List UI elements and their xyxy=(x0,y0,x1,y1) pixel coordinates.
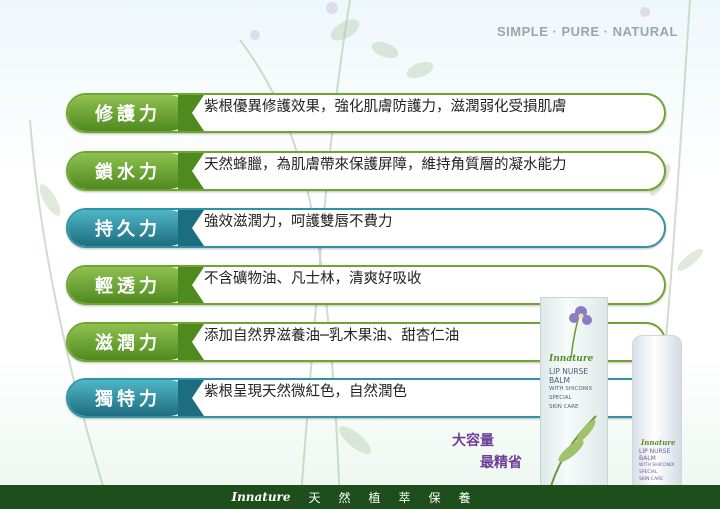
feature-description: 強效滋潤力，呵護雙唇不費力 xyxy=(204,214,393,230)
product-name-line: LIP NURSE BALM xyxy=(639,448,671,462)
footer-banner: Innature 天然植萃保養 xyxy=(0,485,720,509)
row-divider-icon xyxy=(178,95,204,131)
row-divider-icon xyxy=(178,324,204,360)
promo-economical: 最精省 xyxy=(480,455,522,471)
row-divider-icon xyxy=(178,267,204,303)
botanical-background-decoration xyxy=(29,0,703,509)
product-brand: Innature xyxy=(641,438,676,447)
feature-title: 修護力 xyxy=(68,95,188,131)
product-name: LIP NURSE BALM WITH SHICONIX SPECIAL SKI… xyxy=(639,448,681,483)
feature-title: 持久力 xyxy=(68,210,188,246)
footer-brand: Innature xyxy=(231,490,291,504)
lip-balm-tube-image: Innature LIP NURSE BALM WITH SHICONIX SP… xyxy=(632,335,682,489)
row-divider-icon xyxy=(178,380,204,416)
row-divider-icon xyxy=(178,210,204,246)
feature-title: 鎖水力 xyxy=(68,153,188,189)
feature-row-repair: 修護力 紫根優異修護效果，強化肌膚防護力，滋潤弱化受損肌膚 xyxy=(66,93,666,133)
product-name-line: SKIN CARE xyxy=(639,477,664,482)
feature-description: 天然蜂臘，為肌膚帶來保護屏障，維持角質層的凝水能力 xyxy=(204,157,567,173)
product-name-line: LIP NURSE BALM xyxy=(549,367,589,385)
leaf-illustration-icon xyxy=(550,415,597,486)
product-brand: Innature xyxy=(549,354,594,364)
row-divider-icon xyxy=(178,153,204,189)
feature-description: 添加自然界滋養油─乳木果油、甜杏仁油 xyxy=(204,328,460,344)
feature-title: 獨特力 xyxy=(68,380,188,416)
feature-row-long-lasting: 持久力 強效滋潤力，呵護雙唇不費力 xyxy=(66,208,666,248)
product-box-image: Innature LIP NURSE BALM WITH SHICONIX SP… xyxy=(540,297,608,489)
feature-description: 紫根呈現天然微紅色，自然潤色 xyxy=(204,384,407,400)
footer-slogan: 天然植萃保養 xyxy=(308,490,489,505)
feature-description: 不含礦物油、凡士林，清爽好吸收 xyxy=(204,271,422,287)
promo-large-capacity: 大容量 xyxy=(452,433,494,449)
feature-title: 滋潤力 xyxy=(68,324,188,360)
feature-description: 紫根優異修護效果，強化肌膚防護力，滋潤弱化受損肌膚 xyxy=(204,99,567,115)
product-name-line: WITH SHICONIX SPECIAL xyxy=(639,463,675,475)
brand-tagline: SIMPLE · PURE · NATURAL xyxy=(497,24,678,39)
feature-row-moisture-lock: 鎖水力 天然蜂臘，為肌膚帶來保護屏障，維持角質層的凝水能力 xyxy=(66,151,666,191)
feature-title: 輕透力 xyxy=(68,267,188,303)
flower-illustration-icon xyxy=(569,306,592,358)
